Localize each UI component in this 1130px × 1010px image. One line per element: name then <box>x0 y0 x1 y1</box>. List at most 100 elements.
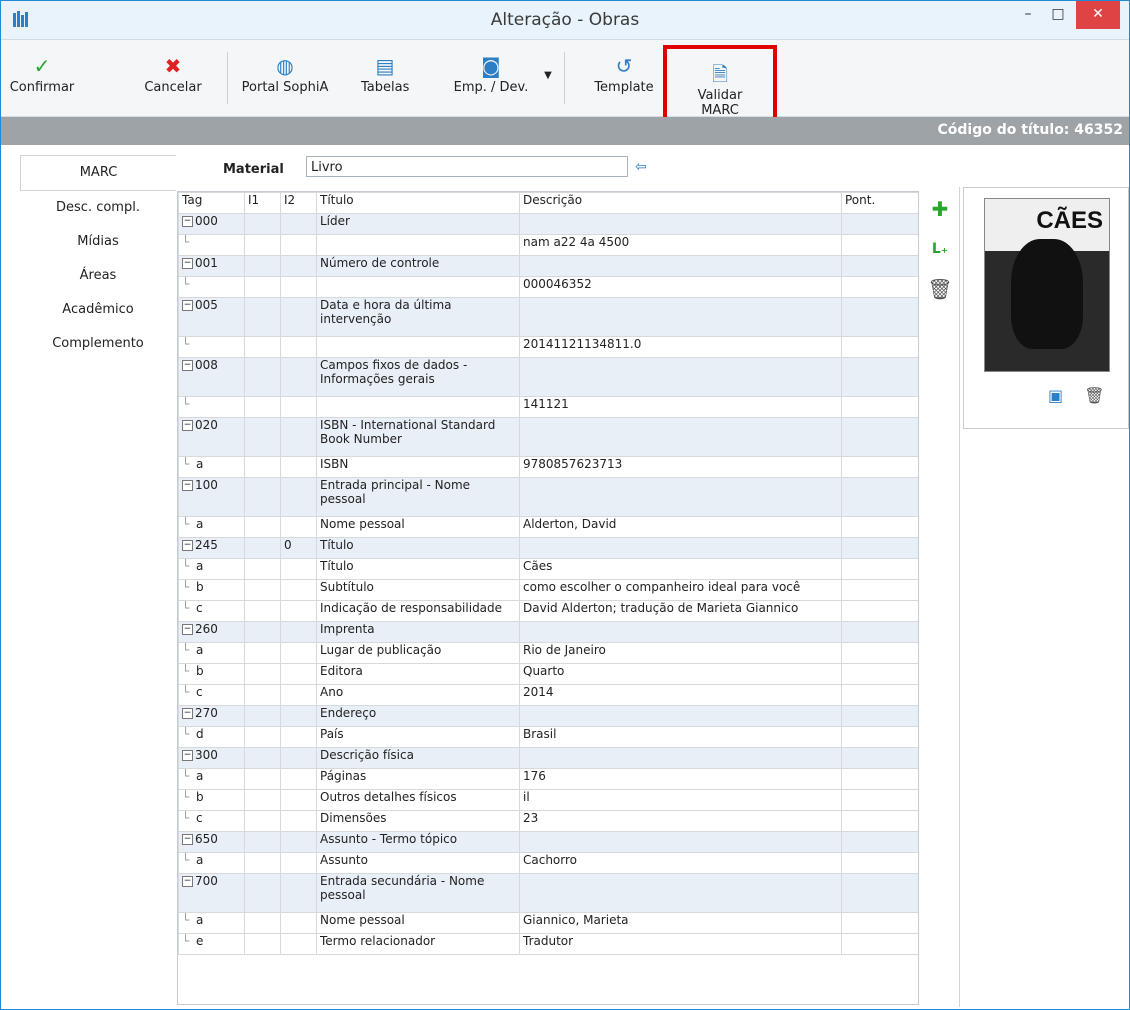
i2-cell[interactable] <box>280 336 317 358</box>
minimize-button[interactable]: – <box>1013 1 1043 29</box>
tag-cell[interactable]: └ e <box>178 933 245 955</box>
tab-marc[interactable]: MARC <box>20 155 176 191</box>
pont-cell[interactable] <box>841 642 918 664</box>
i1-cell[interactable] <box>244 234 281 256</box>
col-header-titulo[interactable]: Título <box>316 192 520 214</box>
subfield-row[interactable]: └ a Título Cães <box>178 558 918 580</box>
subfield-row[interactable]: └ a Assunto Cachorro <box>178 852 918 874</box>
tag-cell[interactable]: −245 <box>178 537 245 559</box>
i1-cell[interactable] <box>244 357 281 397</box>
i2-cell[interactable] <box>280 579 317 601</box>
maximize-button[interactable]: □ <box>1043 1 1073 29</box>
descricao-cell[interactable]: Alderton, David <box>519 516 842 538</box>
i1-cell[interactable] <box>244 642 281 664</box>
field-row[interactable]: −270 Endereço <box>178 705 918 727</box>
subfield-row[interactable]: └ a Nome pessoal Giannico, Marieta <box>178 912 918 934</box>
descricao-cell[interactable]: Cães <box>519 558 842 580</box>
tag-cell[interactable]: └ a <box>178 558 245 580</box>
field-row[interactable]: −245 0 Título <box>178 537 918 559</box>
i1-cell[interactable] <box>244 831 281 853</box>
i1-cell[interactable] <box>244 873 281 913</box>
i2-cell[interactable] <box>280 663 317 685</box>
lookup-icon[interactable]: ⇦ <box>635 159 653 175</box>
i1-cell[interactable] <box>244 705 281 727</box>
pont-cell[interactable] <box>841 255 918 277</box>
titulo-cell[interactable]: Líder <box>316 213 520 235</box>
portal-sophia-button[interactable]: ◍ Portal SophiA <box>237 54 333 95</box>
i1-cell[interactable] <box>244 579 281 601</box>
pont-cell[interactable] <box>841 873 918 913</box>
collapse-toggle-icon[interactable]: − <box>182 876 193 887</box>
titulo-cell[interactable]: Subtítulo <box>316 579 520 601</box>
i1-cell[interactable] <box>244 276 281 298</box>
i2-cell[interactable] <box>280 357 317 397</box>
pont-cell[interactable] <box>841 297 918 337</box>
i2-cell[interactable] <box>280 768 317 790</box>
i2-cell[interactable] <box>280 516 317 538</box>
descricao-cell[interactable] <box>519 747 842 769</box>
titulo-cell[interactable]: ISBN - International Standard Book Numbe… <box>316 417 520 457</box>
tag-cell[interactable]: └ a <box>178 912 245 934</box>
descricao-cell[interactable] <box>519 537 842 559</box>
titulo-cell[interactable]: Assunto <box>316 852 520 874</box>
i1-cell[interactable] <box>244 747 281 769</box>
titulo-cell[interactable] <box>316 234 520 256</box>
tag-cell[interactable]: └ a <box>178 768 245 790</box>
tag-cell[interactable]: −270 <box>178 705 245 727</box>
tab-academico[interactable]: Acadêmico <box>20 293 176 327</box>
col-header-descricao[interactable]: Descrição <box>519 192 842 214</box>
i1-cell[interactable] <box>244 621 281 643</box>
tag-cell[interactable]: −650 <box>178 831 245 853</box>
i1-cell[interactable] <box>244 600 281 622</box>
tag-cell[interactable]: └ <box>178 276 245 298</box>
descricao-cell[interactable] <box>519 297 842 337</box>
pont-cell[interactable] <box>841 396 918 418</box>
collapse-toggle-icon[interactable]: − <box>182 624 193 635</box>
pont-cell[interactable] <box>841 336 918 358</box>
pont-cell[interactable] <box>841 213 918 235</box>
i1-cell[interactable] <box>244 417 281 457</box>
titulo-cell[interactable]: Nome pessoal <box>316 912 520 934</box>
i1-cell[interactable] <box>244 789 281 811</box>
titulo-cell[interactable]: Lugar de publicação <box>316 642 520 664</box>
titulo-cell[interactable]: Ano <box>316 684 520 706</box>
descricao-cell[interactable]: 9780857623713 <box>519 456 842 478</box>
tab-complemento[interactable]: Complemento <box>20 327 176 361</box>
collapse-toggle-icon[interactable]: − <box>182 540 193 551</box>
col-header-tag[interactable]: Tag <box>178 192 245 214</box>
titulo-cell[interactable] <box>316 276 520 298</box>
collapse-toggle-icon[interactable]: − <box>182 420 193 431</box>
pont-cell[interactable] <box>841 456 918 478</box>
add-field-icon[interactable]: ✚ <box>925 196 955 236</box>
subfield-row[interactable]: └ 000046352 <box>178 276 918 298</box>
i2-cell[interactable] <box>280 831 317 853</box>
descricao-cell[interactable] <box>519 213 842 235</box>
titulo-cell[interactable]: País <box>316 726 520 748</box>
tag-cell[interactable]: −005 <box>178 297 245 337</box>
descricao-cell[interactable]: Quarto <box>519 663 842 685</box>
pont-cell[interactable] <box>841 600 918 622</box>
subfield-row[interactable]: └ a ISBN 9780857623713 <box>178 456 918 478</box>
pont-cell[interactable] <box>841 912 918 934</box>
subfield-row[interactable]: └ 141121 <box>178 396 918 418</box>
tag-cell[interactable]: −260 <box>178 621 245 643</box>
titulo-cell[interactable]: Entrada secundária - Nome pessoal <box>316 873 520 913</box>
subfield-row[interactable]: └ c Ano 2014 <box>178 684 918 706</box>
col-header-i2[interactable]: I2 <box>280 192 317 214</box>
pont-cell[interactable] <box>841 831 918 853</box>
subfield-row[interactable]: └ a Lugar de publicação Rio de Janeiro <box>178 642 918 664</box>
i1-cell[interactable] <box>244 516 281 538</box>
descricao-cell[interactable]: Tradutor <box>519 933 842 955</box>
subfield-row[interactable]: └ b Subtítulo como escolher o companheiro i… <box>178 579 918 601</box>
i2-cell[interactable] <box>280 456 317 478</box>
i2-cell[interactable] <box>280 396 317 418</box>
tabelas-button[interactable]: ▤ Tabelas <box>361 54 409 95</box>
image-icon[interactable]: ▣ <box>1048 386 1063 405</box>
titulo-cell[interactable]: Assunto - Termo tópico <box>316 831 520 853</box>
subfield-row[interactable]: └ a Nome pessoal Alderton, David <box>178 516 918 538</box>
i1-cell[interactable] <box>244 684 281 706</box>
titulo-cell[interactable]: Indicação de responsabilidade <box>316 600 520 622</box>
titulo-cell[interactable]: Termo relacionador <box>316 933 520 955</box>
collapse-toggle-icon[interactable]: − <box>182 834 193 845</box>
field-row[interactable]: −260 Imprenta <box>178 621 918 643</box>
